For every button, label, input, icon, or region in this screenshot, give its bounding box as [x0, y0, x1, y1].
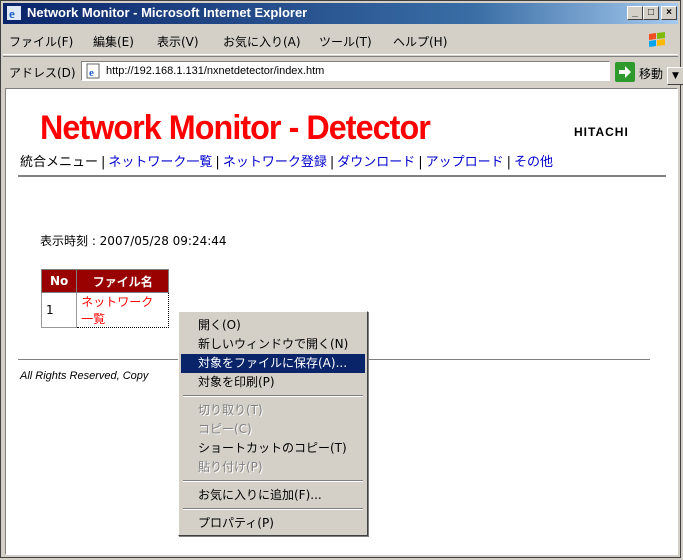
page-icon: e [86, 63, 100, 79]
menu-item-copy[interactable]: コピー(C) [181, 420, 365, 439]
brand-logo: HITACHI [574, 125, 629, 139]
column-header-no: No [40, 269, 78, 293]
page-logo: Network Monitor - Detector [40, 109, 431, 147]
menu-item-properties[interactable]: プロパティ(P) [181, 514, 365, 533]
menu-item-copy-shortcut[interactable]: ショートカットのコピー(T) [181, 439, 365, 458]
divider [18, 175, 666, 177]
menu-bar: ファイル(F) 編集(E) 表示(V) お気に入り(A) ツール(T) ヘルプ(… [3, 27, 678, 55]
menu-help[interactable]: ヘルプ(H) [393, 33, 447, 50]
menu-item-open[interactable]: 開く(O) [181, 316, 365, 335]
menu-item-save-target-as[interactable]: 対象をファイルに保存(A)... [181, 354, 365, 373]
address-url: http://192.168.1.131/nxnetdetector/index… [106, 65, 325, 77]
maximize-button[interactable]: □ [643, 6, 659, 20]
browser-window: e Network Monitor - Microsoft Internet E… [0, 0, 683, 558]
nav-current: 統合メニュー [20, 155, 99, 170]
menu-item-open-new-window[interactable]: 新しいウィンドウで開く(N) [181, 335, 365, 354]
minimize-button[interactable]: _ [627, 6, 643, 20]
title-bar[interactable]: e Network Monitor - Microsoft Internet E… [3, 3, 678, 24]
copyright-text: All Rights Reserved, Copy [20, 370, 149, 382]
go-button[interactable]: 移動 [615, 61, 675, 83]
address-label: アドレス(D) [9, 66, 76, 80]
nav-link-other[interactable]: その他 [514, 155, 553, 170]
windows-logo-icon [649, 32, 665, 47]
window-title: Network Monitor - Microsoft Internet Exp… [27, 5, 308, 20]
table-row: 1 ネットワーク一覧 [40, 292, 170, 328]
context-menu: 開く(O) 新しいウィンドウで開く(N) 対象をファイルに保存(A)... 対象… [178, 311, 368, 536]
display-time: 表示時刻 : 2007/05/28 09:24:44 [40, 234, 227, 248]
close-button[interactable]: × [661, 6, 677, 20]
menu-edit[interactable]: 編集(E) [93, 33, 134, 50]
menu-item-print-target[interactable]: 対象を印刷(P) [181, 373, 365, 392]
address-bar: アドレス(D) e http://192.168.1.131/nxnetdete… [3, 56, 683, 87]
nav-link-upload[interactable]: アップロード [426, 155, 504, 170]
file-link[interactable]: ネットワーク一覧 [76, 292, 170, 328]
nav-link-download[interactable]: ダウンロード [337, 155, 415, 170]
go-label: 移動 [639, 67, 664, 81]
svg-text:e: e [9, 6, 15, 21]
menu-favorites[interactable]: お気に入り(A) [223, 33, 301, 50]
menu-separator [183, 395, 363, 397]
menu-item-paste[interactable]: 貼り付け(P) [181, 458, 365, 477]
nav-link-network-list[interactable]: ネットワーク一覧 [108, 155, 212, 170]
menu-file[interactable]: ファイル(F) [9, 33, 73, 50]
internet-explorer-icon: e [7, 6, 21, 21]
menu-item-cut[interactable]: 切り取り(T) [181, 401, 365, 420]
menu-separator [183, 508, 363, 510]
svg-text:e: e [89, 67, 94, 79]
menu-separator [183, 480, 363, 482]
nav-link-network-register[interactable]: ネットワーク登録 [223, 155, 327, 170]
column-header-filename: ファイル名 [76, 269, 170, 293]
menu-view[interactable]: 表示(V) [157, 33, 199, 50]
nav-menu: 統合メニュー | ネットワーク一覧 | ネットワーク登録 | ダウンロード | アップロード | そ… [20, 155, 554, 170]
go-arrow-icon [615, 62, 635, 82]
file-table: No ファイル名 1 ネットワーク一覧 [40, 269, 170, 328]
menu-tools[interactable]: ツール(T) [319, 33, 372, 50]
row-no: 1 [40, 292, 78, 328]
address-input[interactable]: e http://192.168.1.131/nxnetdetector/ind… [81, 61, 683, 85]
menu-item-add-to-favorites[interactable]: お気に入りに追加(F)... [181, 486, 365, 505]
